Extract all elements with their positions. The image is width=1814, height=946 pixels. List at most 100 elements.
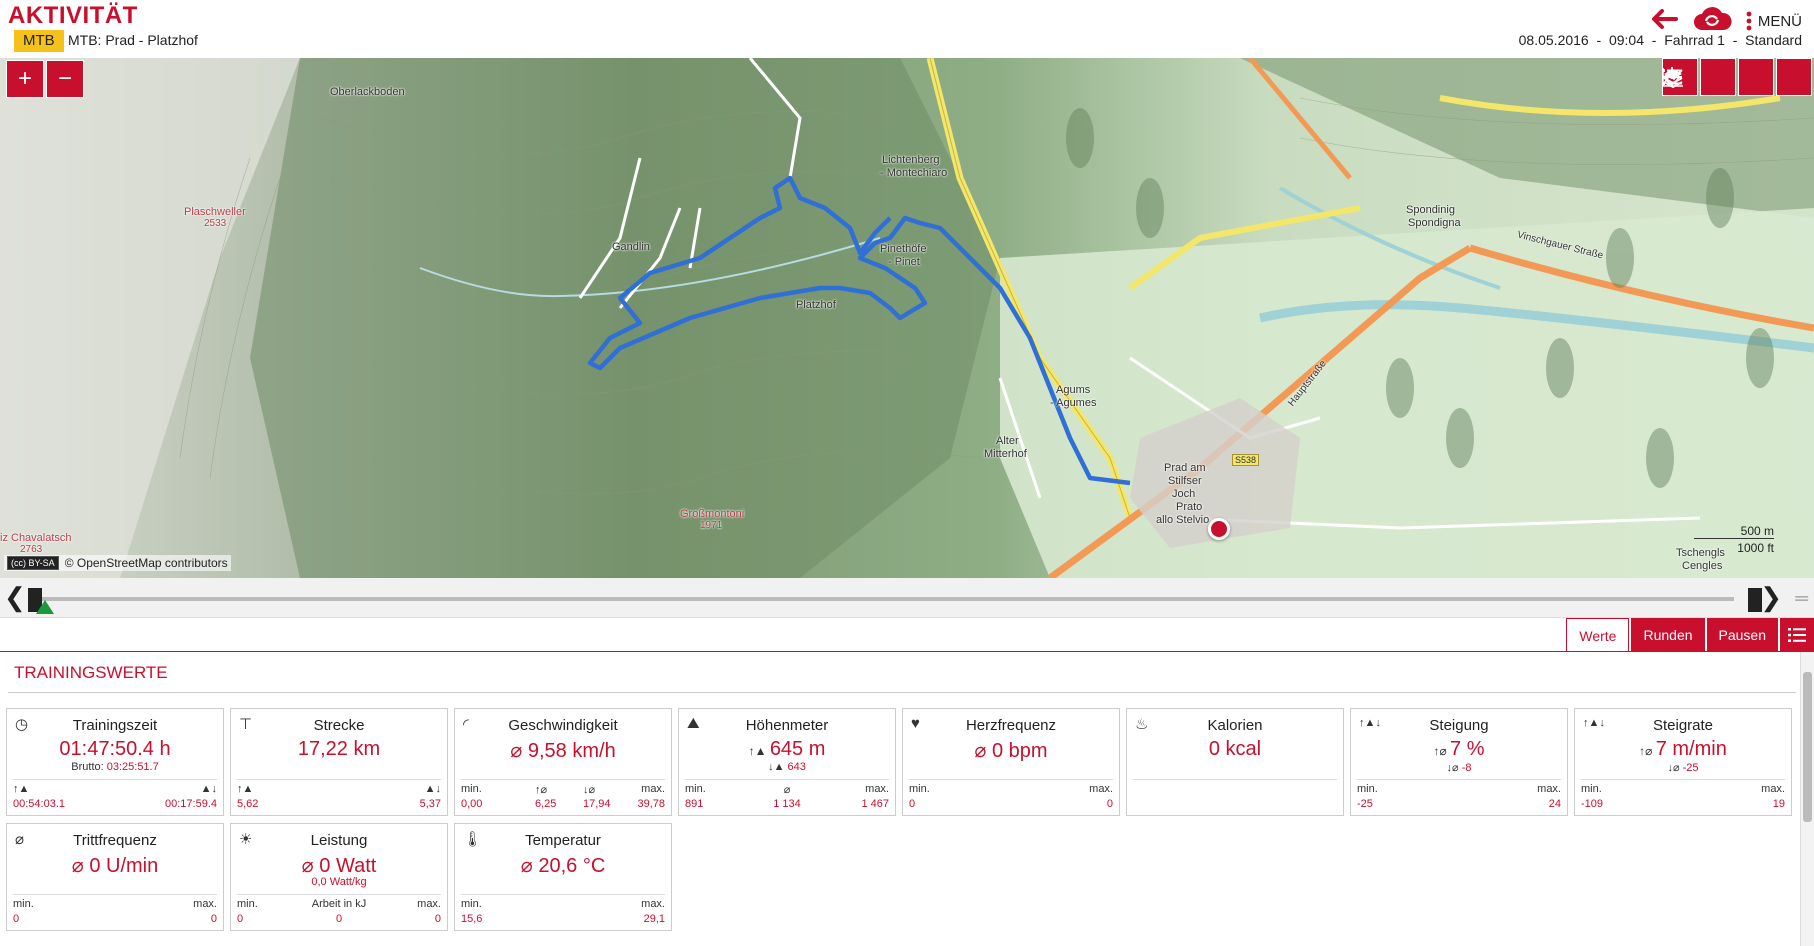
map-label-pinet: - Pinet: [888, 256, 920, 268]
card-geschwindigkeit[interactable]: ◜ Geschwindigkeit ⌀ 9,58 km/h min. ↑⌀ ↓⌀…: [454, 708, 672, 816]
map-canvas: [0, 58, 1814, 578]
map-label-mitterhof: Mitterhof: [984, 448, 1027, 460]
map-label-stilfser: Stilfser: [1168, 475, 1202, 487]
card-title: Strecke: [313, 717, 365, 734]
card-strecke[interactable]: ⊤ Strecke 17,22 km ↑▲ ▲↓ 5,62 5,37: [230, 708, 448, 816]
chevron-right-icon[interactable]: ❯: [1760, 584, 1782, 610]
list-view-button[interactable]: [1662, 58, 1812, 96]
zoom-in-button[interactable]: +: [6, 60, 44, 98]
activity-bike: Fahrrad 1: [1664, 32, 1725, 48]
tab-pausen[interactable]: Pausen: [1706, 618, 1778, 652]
map-label-spondinig: Spondinig: [1406, 204, 1455, 216]
menu-dots-icon: [1746, 11, 1752, 31]
road-shield-s538: S538: [1232, 454, 1260, 466]
uphill-time: 00:54:03.1: [13, 798, 65, 810]
map-label-chavalatsch: iz Chavalatsch: [0, 532, 72, 544]
section-title: TRAININGSWERTE: [14, 663, 168, 682]
card-hoehenmeter[interactable]: ⛰ Höhenmeter ↑▲ 645 m ↓▲ 643 min. ⌀ max.…: [678, 708, 896, 816]
list-icon: [1788, 628, 1806, 642]
card-value: ⌀ 9,58 km/h: [510, 740, 616, 762]
card-trainingszeit[interactable]: ◷ Trainingszeit 01:47:50.4 h Brutto: 03:…: [6, 708, 224, 816]
card-subvalue: ↓▲ 643: [768, 761, 806, 773]
menu-label: MENÜ: [1757, 12, 1802, 30]
card-subvalue: Brutto: 03:25:51.7: [71, 761, 159, 773]
layers-button[interactable]: [1663, 58, 1736, 96]
card-title: Geschwindigkeit: [508, 717, 618, 734]
card-leistung[interactable]: ☀ Leistung ⌀ 0 Watt 0,0 Watt/kg min. Arb…: [230, 823, 448, 931]
tab-runden[interactable]: Runden: [1631, 618, 1705, 652]
map-scale: 500 m 1000 ft: [1694, 524, 1774, 555]
card-herzfrequenz[interactable]: ♥ Herzfrequenz ⌀ 0 bpm min. max. 0 0: [902, 708, 1120, 816]
timeline-slider[interactable]: ❮ ❯ ═: [0, 578, 1814, 618]
zoom-controls: + −: [6, 60, 84, 98]
map-label-agums: Agums: [1056, 384, 1091, 396]
zoom-out-button[interactable]: −: [46, 60, 84, 98]
map-label-joch: Joch: [1172, 488, 1196, 500]
uphill-distance: 5,62: [237, 798, 259, 810]
card-value: ↑⌀ 7 %: [1433, 738, 1485, 760]
osm-attribution-link[interactable]: © OpenStreetMap contributors: [65, 556, 228, 570]
map-label-cengles: Cengles: [1682, 560, 1723, 572]
app-header: AKTIVITÄT MTB MTB: Prad - Platzhof MENÜ …: [0, 0, 1814, 58]
scrollbar-thumb[interactable]: [1803, 672, 1812, 822]
card-subvalue: ↓⌀ -25: [1667, 762, 1699, 774]
card-temperatur[interactable]: 🌡 Temperatur ⌀ 20,6 °C min. max. 15,6 29…: [454, 823, 672, 931]
tab-list-button[interactable]: [1780, 618, 1814, 652]
timeline-position-marker[interactable]: [36, 600, 54, 614]
card-title: Steigung: [1429, 717, 1489, 734]
avg-up-icon: ↑⌀: [1433, 744, 1451, 758]
map-attribution: (cc) BY-SA © OpenStreetMap contributors: [4, 555, 231, 571]
map-label-plaschweller: Plaschweller: [184, 206, 246, 218]
card-value: ⌀ 0 Watt: [301, 855, 377, 877]
map-label-lichtenberg: Lichtenberg: [882, 154, 940, 166]
uphill-icon: ↑▲: [13, 783, 30, 795]
card-steigung[interactable]: ↑▲↓ Steigung ↑⌀ 7 % ↓⌀ -8 min. max. -25 …: [1350, 708, 1568, 816]
map-label-prad: Prad am: [1164, 462, 1206, 474]
card-title: Kalorien: [1207, 717, 1263, 734]
page-scrollbar[interactable]: [1800, 652, 1814, 946]
activity-date: 08.05.2016: [1518, 32, 1589, 48]
current-position-marker[interactable]: [1208, 518, 1230, 540]
card-value: ⌀ 0 bpm: [974, 740, 1048, 762]
activity-profile: Standard: [1745, 32, 1802, 48]
avg-down-icon: ↓⌀: [1667, 762, 1683, 774]
card-subvalue: 0,0 Watt/kg: [311, 876, 367, 888]
card-trittfrequenz[interactable]: ⌀ Trittfrequenz ⌀ 0 U/min min. max. 0 0: [6, 823, 224, 931]
list-icon: [1662, 69, 1682, 85]
route-map[interactable]: Oberlackboden Plaschweller 2533 Gandlin …: [0, 58, 1814, 578]
tab-divider: [0, 651, 1814, 652]
map-label-pinethofe: Pinethöfe: [880, 243, 927, 255]
scale-bar: [1694, 538, 1774, 539]
chevron-left-icon[interactable]: ❮: [4, 584, 26, 610]
sport-badge: MTB: [14, 30, 64, 52]
tab-werte[interactable]: Werte: [1566, 618, 1630, 652]
drag-handle-icon[interactable]: ═: [1795, 588, 1808, 609]
downhill-time: 00:17:59.4: [165, 798, 217, 810]
cc-license-badge: (cc) BY-SA: [7, 556, 59, 570]
menu-button[interactable]: MENÜ: [1746, 11, 1802, 31]
map-label-grossmontoni: Großmontoni: [680, 508, 745, 520]
map-tools: [1662, 58, 1812, 96]
card-kalorien[interactable]: ♨ Kalorien 0 kcal: [1126, 708, 1344, 816]
card-value: ⌀ 20,6 °C: [520, 855, 606, 877]
card-value: ⌀ 0 U/min: [71, 855, 159, 877]
card-title: Temperatur: [525, 832, 601, 849]
timeline-track[interactable]: [38, 597, 1734, 601]
downhill-icon: ▲↓: [424, 783, 441, 795]
scale-imperial: 1000 ft: [1737, 541, 1774, 555]
descent-icon: ↓▲: [768, 761, 788, 773]
map-label-plaschweller-alt: 2533: [204, 218, 227, 229]
card-title: Steigrate: [1652, 717, 1714, 734]
uphill-icon: ↑▲: [237, 783, 254, 795]
section-divider: [8, 692, 1796, 693]
card-title: Trittfrequenz: [73, 832, 157, 849]
map-label-gandlin: Gandlin: [612, 241, 650, 253]
card-steigrate[interactable]: ↑▲↓ Steigrate ↑⌀ 7 m/min ↓⌀ -25 min. max…: [1574, 708, 1792, 816]
card-value: 17,22 km: [297, 738, 381, 760]
map-label-oberlackboden: Oberlackboden: [330, 86, 405, 98]
back-arrow-icon[interactable]: [1650, 8, 1678, 34]
activity-name: MTB: Prad - Platzhof: [68, 32, 198, 48]
map-label-stelvio: allo Stelvio: [1156, 514, 1210, 526]
downhill-icon: ▲↓: [200, 783, 217, 795]
elevation-chart-button[interactable]: [1662, 58, 1774, 96]
